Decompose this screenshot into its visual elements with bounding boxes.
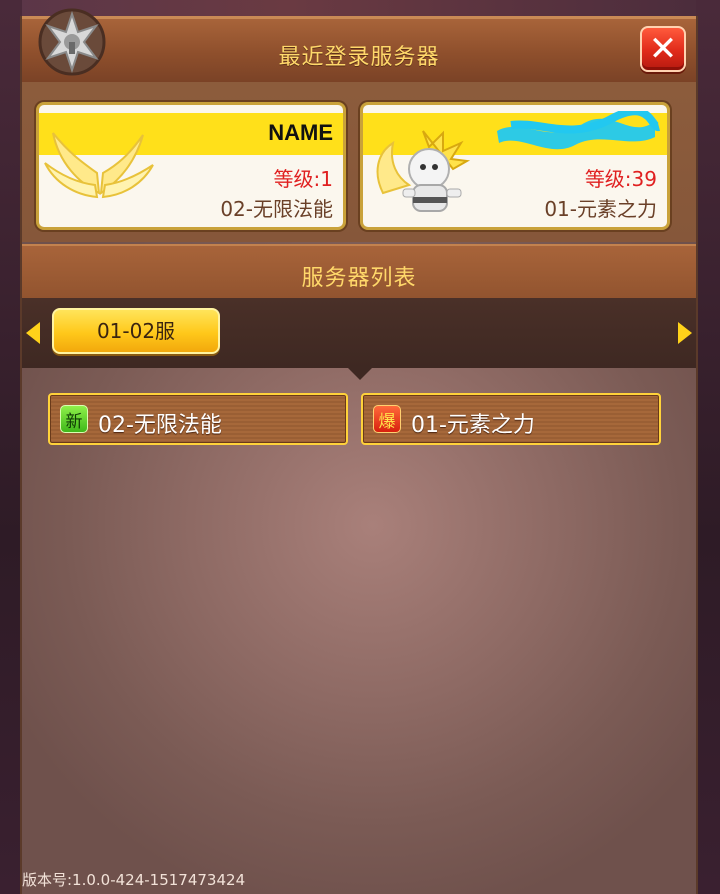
recent-server-card[interactable]: NAME 等级:1 02-无限法能 <box>36 102 346 230</box>
player-level: 等级:39 <box>584 167 657 191</box>
server-name: 02-无限法能 <box>220 197 333 221</box>
version-label: 版本号:1.0.0-424-1517473424 <box>22 871 246 889</box>
server-item-label: 02-无限法能 <box>98 413 222 438</box>
background-left-edge <box>0 0 22 894</box>
close-icon: ✕ <box>648 29 678 69</box>
tab-server-group[interactable]: 01-02服 <box>52 308 220 354</box>
recent-server-card[interactable]: 等级:39 01-元素之力 <box>360 102 670 230</box>
server-item-label: 01-元素之力 <box>411 413 535 438</box>
server-name: 01-元素之力 <box>544 197 657 221</box>
new-server-tag: 新 <box>60 405 88 433</box>
hot-server-tag: 爆 <box>373 405 401 433</box>
server-list-header: 服务器列表 <box>22 244 696 298</box>
server-select-dialog: 最近登录服务器 ✕ NAME 等级:1 02-无限法能 等级:39 01-元素之… <box>20 8 698 894</box>
server-item[interactable]: 爆 01-元素之力 <box>361 393 661 445</box>
redacted-name-scribble <box>497 111 660 150</box>
dialog-title-bar: 最近登录服务器 <box>22 16 696 85</box>
tab-pointer-icon <box>348 368 372 380</box>
server-list-title: 服务器列表 <box>301 266 417 291</box>
next-page-arrow-icon[interactable] <box>678 322 692 344</box>
server-group-tabs: 01-02服 <box>22 298 696 368</box>
player-level: 等级:1 <box>273 167 333 191</box>
server-item[interactable]: 新 02-无限法能 <box>48 393 348 445</box>
player-name: NAME <box>268 120 333 145</box>
golden-wings-icon <box>44 132 154 199</box>
background-right-edge <box>696 0 720 894</box>
close-button[interactable]: ✕ <box>640 26 686 72</box>
dialog-title: 最近登录服务器 <box>278 45 440 70</box>
recent-servers-area: NAME 等级:1 02-无限法能 等级:39 01-元素之力 <box>22 82 696 242</box>
sheriff-star-badge-icon <box>38 8 106 76</box>
previous-page-arrow-icon[interactable] <box>26 322 40 344</box>
hero-avatar-icon <box>376 130 471 212</box>
